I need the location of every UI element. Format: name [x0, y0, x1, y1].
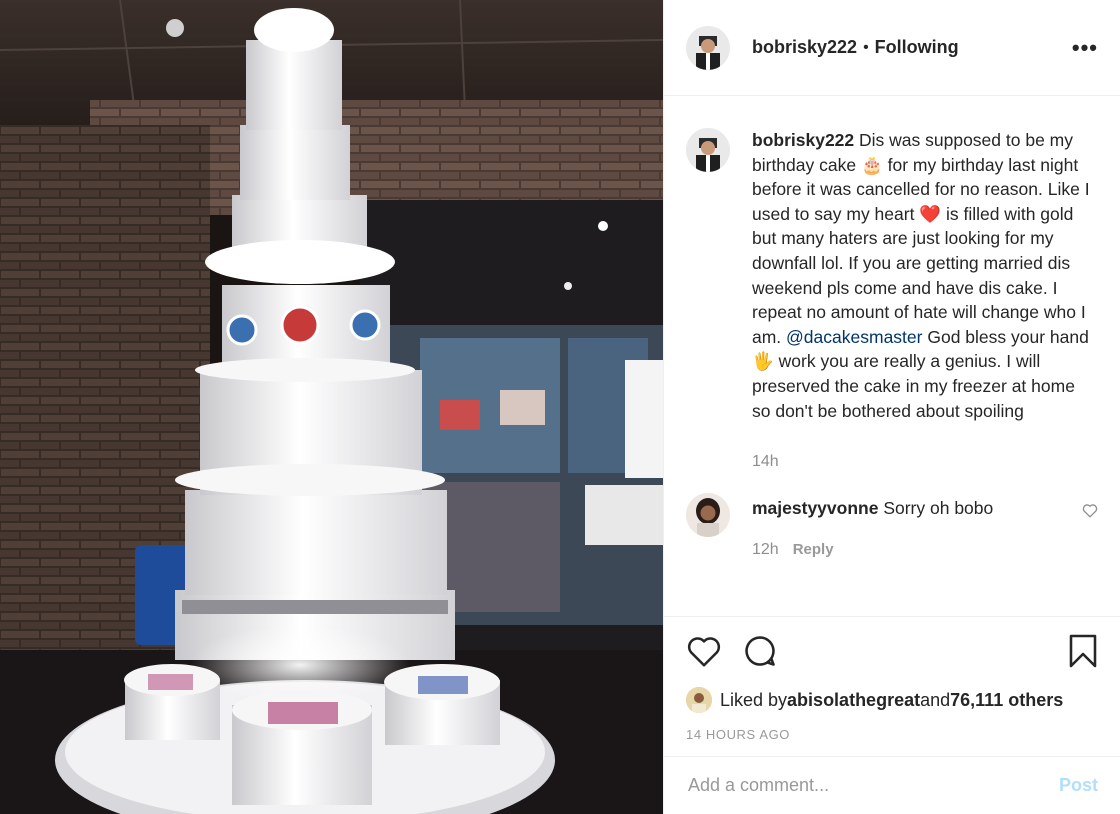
- comment-like-heart-icon[interactable]: [1082, 503, 1098, 523]
- follow-status-button[interactable]: Following: [875, 37, 959, 58]
- likes-others-link[interactable]: 76,111 others: [950, 690, 1063, 711]
- post-photo[interactable]: [0, 0, 663, 814]
- likes-prefix: Liked by: [720, 689, 788, 710]
- liker-username[interactable]: abisolathegreat: [787, 690, 920, 711]
- separator-dot: •: [863, 38, 869, 56]
- caption-body-1: Dis was supposed to be my birthday cake …: [752, 130, 1090, 347]
- caption-row: bobrisky222 Dis was supposed to be my bi…: [686, 128, 1098, 471]
- commenter-username[interactable]: majestyyvonne: [752, 498, 878, 518]
- comment-time[interactable]: 12h: [752, 541, 779, 558]
- post-timestamp[interactable]: 14 HOURS AGO: [686, 727, 1098, 742]
- comment-input[interactable]: [686, 774, 1059, 797]
- cake-image: [0, 0, 663, 814]
- comments-section: bobrisky222 Dis was supposed to be my bi…: [664, 96, 1120, 616]
- post-header: bobrisky222 • Following •••: [664, 0, 1120, 96]
- reply-button[interactable]: Reply: [793, 541, 834, 558]
- more-horizontal-icon[interactable]: •••: [1072, 35, 1098, 61]
- commenter-avatar[interactable]: [686, 493, 730, 538]
- comment-body: Sorry oh bobo: [878, 498, 994, 519]
- likes-middle: and: [920, 689, 951, 710]
- caption-username[interactable]: bobrisky222: [752, 130, 854, 150]
- add-comment-bar: Post: [664, 756, 1120, 814]
- liker-avatar[interactable]: [686, 687, 712, 713]
- caption-time[interactable]: 14h: [752, 453, 1098, 471]
- caption-text: bobrisky222 Dis was supposed to be my bi…: [752, 128, 1098, 423]
- username-link[interactable]: bobrisky222: [752, 37, 857, 58]
- mention-link[interactable]: @dacakesmaster: [786, 327, 922, 347]
- caption-avatar[interactable]: [686, 128, 730, 172]
- heart-icon[interactable]: [686, 634, 722, 673]
- comment-text: majestyyvonne Sorry oh bobo: [752, 498, 1082, 519]
- likes-summary: Liked by abisolathegreat and 76,111 othe…: [686, 687, 1098, 713]
- comment-icon[interactable]: [742, 633, 778, 674]
- post-side-panel: bobrisky222 • Following ••• bobrisky222: [663, 0, 1120, 814]
- avatar[interactable]: [686, 25, 730, 70]
- post-comment-button[interactable]: Post: [1059, 775, 1098, 796]
- comment-row: majestyyvonne Sorry oh bobo 12h Reply: [686, 493, 1098, 559]
- post-actions: Liked by abisolathegreat and 76,111 othe…: [664, 616, 1120, 756]
- bookmark-icon[interactable]: [1068, 633, 1098, 674]
